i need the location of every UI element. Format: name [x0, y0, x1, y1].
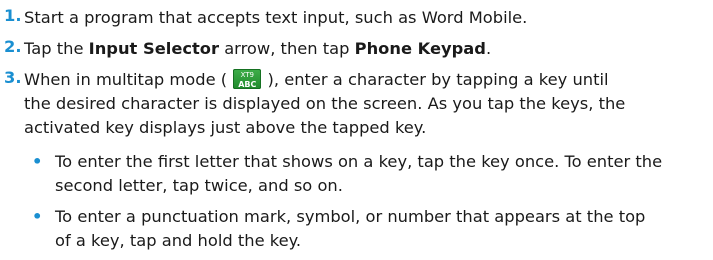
bullet-icon: • — [32, 152, 43, 171]
step-number: 3. — [4, 68, 22, 87]
input-selector-term: Input Selector — [88, 39, 220, 58]
bullet-text: To enter a punctuation mark, symbol, or … — [55, 205, 710, 253]
bullet-icon: • — [32, 207, 43, 226]
step-3-line-1: When in multitap mode ( XT9 ABC ), enter … — [24, 68, 704, 92]
step-number: 1. — [4, 6, 22, 25]
abc-label: ABC — [238, 79, 257, 89]
step-text: When in multitap mode ( XT9 ABC ), enter … — [24, 68, 704, 140]
step-1-line: Start a program that accepts text input,… — [24, 8, 528, 27]
xt9-label: XT9 — [240, 70, 255, 79]
bullet-2-line-1: To enter a punctuation mark, symbol, or … — [55, 207, 646, 226]
step-3-line-1-post: ), enter a character by tapping a key un… — [262, 70, 609, 89]
step-2-post: . — [485, 39, 492, 58]
step-text: Start a program that accepts text input,… — [24, 6, 704, 30]
step-2-mid: arrow, then tap — [219, 39, 355, 58]
step-2-pre: Tap the — [24, 39, 89, 58]
step-3-line-1-pre: When in multitap mode ( — [24, 70, 233, 89]
instruction-page: 1. Start a program that accepts text inp… — [0, 0, 713, 260]
step-2-line: Tap the Input Selector arrow, then tap P… — [24, 37, 704, 61]
bullet-1-line-1: To enter the first letter that shows on … — [55, 152, 663, 171]
bullet-1-line-2: second letter, tap twice, and so on. — [55, 176, 343, 195]
xt9-abc-icon: XT9 ABC — [233, 68, 262, 89]
phone-keypad-term: Phone Keypad — [354, 39, 486, 58]
step-3-line-3: activated key displays just above the ta… — [24, 118, 427, 137]
bullet-2-line-2: of a key, tap and hold the key. — [55, 231, 302, 250]
bullet-text: To enter the first letter that shows on … — [55, 150, 710, 198]
step-text: Tap the Input Selector arrow, then tap P… — [24, 37, 704, 61]
step-3-line-2: the desired character is displayed on th… — [24, 94, 626, 113]
step-number: 2. — [4, 37, 22, 56]
